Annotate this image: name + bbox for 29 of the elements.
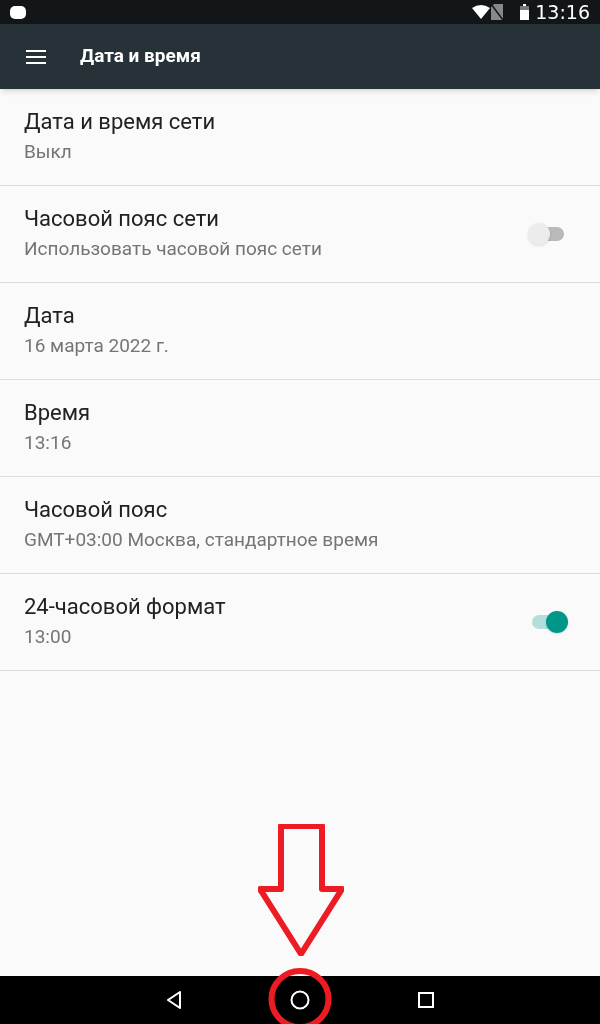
back-icon[interactable] (166, 991, 182, 1009)
recents-icon[interactable] (418, 992, 434, 1008)
setting-title: 24-часовой формат (24, 593, 227, 621)
toolbar-title: Дата и время (80, 43, 201, 70)
setting-title: Дата (24, 302, 76, 330)
setting-title: Время (24, 399, 92, 427)
setting-summary: 13:00 (24, 624, 73, 650)
setting-summary: GMT+03:00 Москва, стандартное время (24, 527, 380, 553)
setting-summary: Выкл (24, 139, 73, 165)
setting-summary: 13:16 (24, 430, 73, 456)
settings-row[interactable]: 24-часовой формат 13:00 (0, 574, 600, 671)
status-time: 13:16 (535, 0, 590, 25)
menu-icon[interactable] (26, 49, 46, 64)
settings-row[interactable]: Дата 16 марта 2022 г. (0, 283, 600, 380)
notification-icon (10, 5, 26, 19)
settings-row[interactable]: Дата и время сети Выкл (0, 89, 600, 186)
settings-row[interactable]: Часовой пояс сети Использовать часовой пояс сети (0, 186, 600, 283)
no-sim-icon (491, 4, 504, 20)
circle-annotation (268, 968, 332, 1024)
setting-title: Дата и время сети (24, 108, 217, 136)
setting-title: Часовой пояс (24, 496, 169, 524)
wifi-icon (472, 5, 491, 19)
setting-summary: Использовать часовой пояс сети (24, 236, 323, 262)
settings-row[interactable]: Часовой пояс GMT+03:00 Москва, стандартное время (0, 477, 600, 574)
battery-icon (520, 4, 530, 20)
setting-title: Часовой пояс сети (24, 205, 220, 233)
setting-summary: 16 марта 2022 г. (24, 333, 170, 359)
home-icon[interactable] (290, 990, 310, 1010)
settings-row[interactable]: Время 13:16 (0, 380, 600, 477)
